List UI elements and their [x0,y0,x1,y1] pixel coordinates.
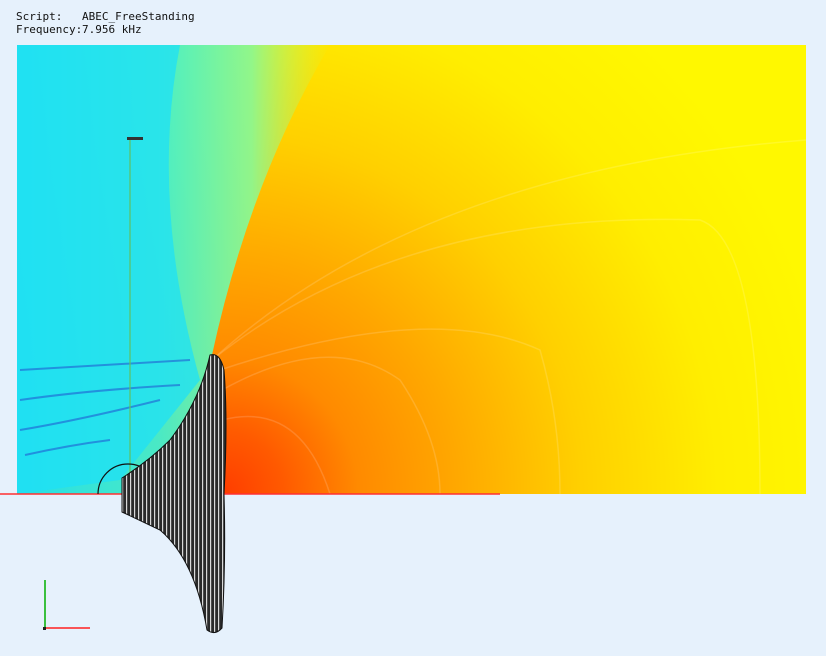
simulation-viewport[interactable] [0,0,826,656]
pressure-field [17,45,806,494]
xy-axes-icon [43,580,90,630]
probe-marker [127,137,143,140]
